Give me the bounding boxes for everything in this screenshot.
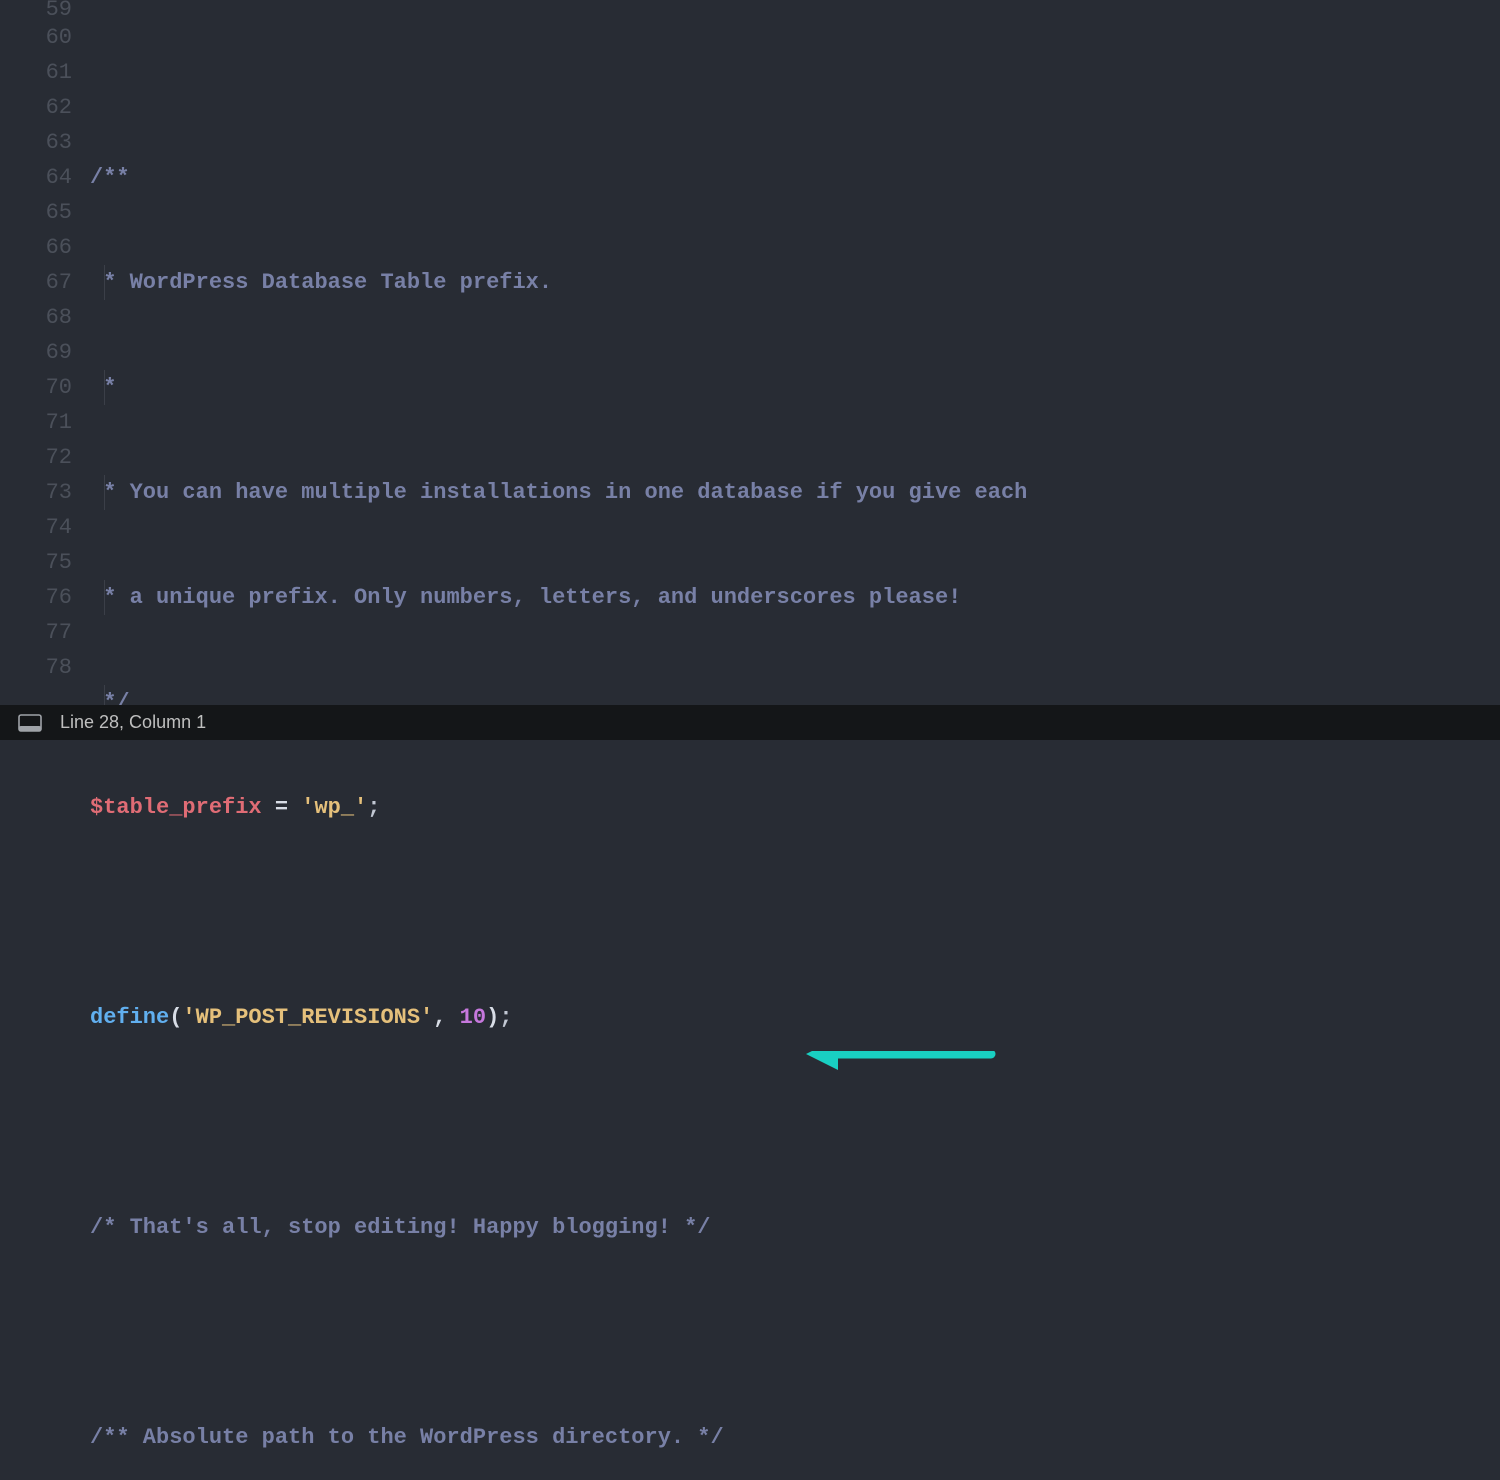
line-number: 59 bbox=[0, 0, 72, 20]
code-line: * bbox=[90, 370, 1500, 405]
line-number: 68 bbox=[0, 300, 72, 335]
code-editor[interactable]: 59 60 61 62 63 64 65 66 67 68 69 70 71 7… bbox=[0, 0, 1500, 705]
cursor-position: Line 28, Column 1 bbox=[60, 705, 206, 740]
line-number: 63 bbox=[0, 125, 72, 160]
code-line bbox=[90, 1105, 1500, 1140]
code-line: * a unique prefix. Only numbers, letters… bbox=[90, 580, 1500, 615]
line-number: 70 bbox=[0, 370, 72, 405]
code-line: /** bbox=[90, 160, 1500, 195]
code-line: * WordPress Database Table prefix. bbox=[90, 265, 1500, 300]
code-line bbox=[90, 1315, 1500, 1350]
line-number: 67 bbox=[0, 265, 72, 300]
code-line: define('WP_POST_REVISIONS', 10); bbox=[90, 1000, 1500, 1035]
code-line bbox=[90, 895, 1500, 930]
line-number-gutter: 59 60 61 62 63 64 65 66 67 68 69 70 71 7… bbox=[0, 0, 90, 705]
line-number: 64 bbox=[0, 160, 72, 195]
panel-switch-icon[interactable] bbox=[18, 714, 42, 732]
line-number: 78 bbox=[0, 650, 72, 685]
code-line: * You can have multiple installations in… bbox=[90, 475, 1500, 510]
line-number: 65 bbox=[0, 195, 72, 230]
line-number: 60 bbox=[0, 20, 72, 55]
line-number: 72 bbox=[0, 440, 72, 475]
line-number: 62 bbox=[0, 90, 72, 125]
line-number: 76 bbox=[0, 580, 72, 615]
line-number: 69 bbox=[0, 335, 72, 370]
line-number: 71 bbox=[0, 405, 72, 440]
line-number: 61 bbox=[0, 55, 72, 90]
code-line: /* That's all, stop editing! Happy blogg… bbox=[90, 1210, 1500, 1245]
code-line: /** Absolute path to the WordPress direc… bbox=[90, 1420, 1500, 1455]
status-bar[interactable]: Line 28, Column 1 bbox=[0, 705, 1500, 740]
line-number: 74 bbox=[0, 510, 72, 545]
line-number: 73 bbox=[0, 475, 72, 510]
line-number: 75 bbox=[0, 545, 72, 580]
code-area[interactable]: /** * WordPress Database Table prefix. *… bbox=[90, 0, 1500, 705]
line-number: 66 bbox=[0, 230, 72, 265]
code-line: $table_prefix = 'wp_'; bbox=[90, 790, 1500, 825]
line-number: 77 bbox=[0, 615, 72, 650]
code-line bbox=[90, 70, 1500, 90]
